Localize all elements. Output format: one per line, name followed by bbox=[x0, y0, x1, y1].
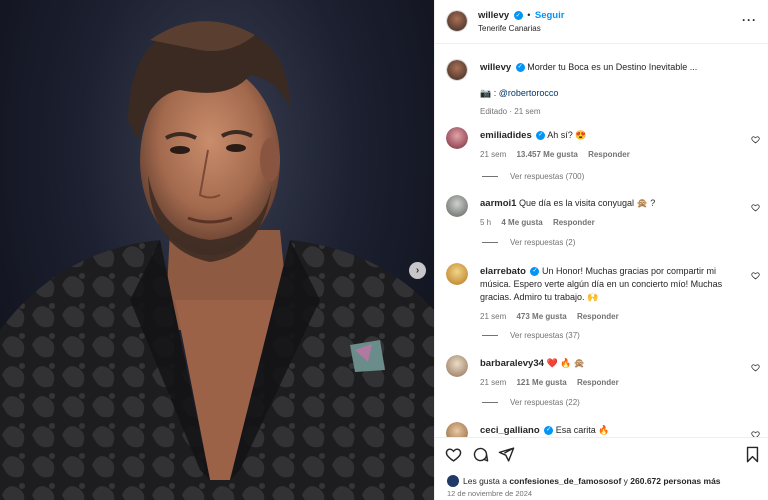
likes-and: y bbox=[623, 476, 628, 486]
commenter-avatar[interactable] bbox=[446, 422, 468, 437]
commenter-avatar[interactable] bbox=[446, 355, 468, 377]
portrait-image bbox=[0, 21, 434, 500]
commenter-avatar[interactable] bbox=[446, 195, 468, 217]
comment-likes[interactable]: 121 Me gusta bbox=[516, 378, 566, 387]
verified-icon: ✓ bbox=[515, 63, 525, 73]
liker-username[interactable]: confesiones_de_famososof bbox=[509, 476, 621, 486]
likes-summary: Les gusta a confesiones_de_famososof y 2… bbox=[447, 475, 721, 487]
comment-likes[interactable]: 4 Me gusta bbox=[501, 218, 542, 227]
replies-line bbox=[482, 335, 498, 336]
commenter-avatar[interactable] bbox=[446, 263, 468, 285]
comment-likes[interactable]: 13.457 Me gusta bbox=[516, 150, 577, 159]
post-location[interactable]: Tenerife Canarias bbox=[478, 24, 541, 33]
post-actions: Les gusta a confesiones_de_famososof y 2… bbox=[435, 437, 768, 500]
heart-icon[interactable] bbox=[751, 430, 760, 437]
author-avatar[interactable] bbox=[446, 10, 468, 32]
comment-icon[interactable] bbox=[472, 446, 489, 463]
view-replies-label: Ver respuestas (2) bbox=[510, 238, 576, 247]
reply-button[interactable]: Responder bbox=[577, 312, 619, 321]
heart-icon[interactable] bbox=[751, 135, 760, 144]
view-replies-label: Ver respuestas (700) bbox=[510, 172, 585, 181]
verified-icon: ✓ bbox=[536, 131, 546, 141]
caption-edited: Editado · 21 sem bbox=[480, 107, 541, 116]
replies-line bbox=[482, 176, 498, 177]
comment-text: ❤️ 🔥 🙊 bbox=[546, 358, 586, 368]
reply-button[interactable]: Responder bbox=[588, 150, 630, 159]
commenter-username[interactable]: barbaralevy34 bbox=[480, 358, 544, 369]
follow-button[interactable]: Seguir bbox=[535, 10, 565, 21]
separator-dot: • bbox=[527, 10, 531, 20]
comments-scroll-area[interactable]: willevy ✓ Morder tu Boca es un Destino I… bbox=[435, 45, 768, 437]
heart-icon[interactable] bbox=[751, 271, 760, 280]
view-replies-label: Ver respuestas (37) bbox=[510, 331, 580, 340]
heart-icon[interactable] bbox=[751, 363, 760, 372]
commenter-username[interactable]: elarrebato bbox=[480, 266, 526, 277]
verified-icon: ✓ bbox=[544, 426, 554, 436]
replies-line bbox=[482, 402, 498, 403]
view-replies-button[interactable]: Ver respuestas (22) bbox=[482, 398, 580, 407]
caption-text: Morder tu Boca es un Destino Inevitable … bbox=[527, 62, 698, 72]
post-side-panel: willevy ✓ • Seguir Tenerife Canarias ···… bbox=[434, 0, 768, 500]
caption-avatar[interactable] bbox=[446, 59, 468, 81]
view-replies-button[interactable]: Ver respuestas (37) bbox=[482, 331, 580, 340]
commenter-username[interactable]: emiliadides bbox=[480, 130, 532, 141]
credit-prefix: 📷 : bbox=[480, 88, 497, 98]
heart-icon[interactable] bbox=[751, 203, 760, 212]
comment-time[interactable]: 21 sem bbox=[480, 150, 506, 159]
share-icon[interactable] bbox=[498, 446, 515, 463]
next-arrow-icon[interactable]: › bbox=[409, 262, 426, 279]
post-photo[interactable]: › bbox=[0, 0, 434, 500]
caption-username[interactable]: willevy bbox=[480, 62, 511, 73]
comment-text: Esa carita 🔥 bbox=[555, 425, 610, 435]
verified-icon: ✓ bbox=[513, 11, 523, 21]
view-replies-button[interactable]: Ver respuestas (700) bbox=[482, 172, 584, 181]
replies-line bbox=[482, 242, 498, 243]
comment-time[interactable]: 5 h bbox=[480, 218, 491, 227]
more-icon[interactable]: ··· bbox=[742, 13, 757, 27]
commenter-username[interactable]: aarmoi1 bbox=[480, 198, 516, 209]
reply-button[interactable]: Responder bbox=[553, 218, 595, 227]
credit-handle-link[interactable]: @robertorocco bbox=[499, 88, 559, 98]
verified-icon: ✓ bbox=[530, 267, 540, 277]
commenter-username[interactable]: ceci_galliano bbox=[480, 425, 540, 436]
reply-button[interactable]: Responder bbox=[577, 378, 619, 387]
post-header: willevy ✓ • Seguir Tenerife Canarias ··· bbox=[435, 0, 768, 44]
heart-icon[interactable] bbox=[445, 446, 462, 463]
view-replies-button[interactable]: Ver respuestas (2) bbox=[482, 238, 575, 247]
post-viewer: › willevy ✓ • Seguir Tenerife Canarias ·… bbox=[0, 0, 768, 500]
comment-text: Que día es la visita conyugal 🙊 ? bbox=[518, 198, 656, 208]
comment-text: Ah sí? 😍 bbox=[547, 130, 587, 140]
bookmark-icon[interactable] bbox=[744, 446, 761, 463]
view-replies-label: Ver respuestas (22) bbox=[510, 398, 580, 407]
liker-avatar[interactable] bbox=[447, 475, 459, 487]
likes-prefix: Les gusta a bbox=[463, 476, 507, 486]
author-username[interactable]: willevy bbox=[478, 10, 509, 21]
comment-time[interactable]: 21 sem bbox=[480, 312, 506, 321]
post-date[interactable]: 12 de noviembre de 2024 bbox=[447, 489, 532, 498]
commenter-avatar[interactable] bbox=[446, 127, 468, 149]
comment-time[interactable]: 21 sem bbox=[480, 378, 506, 387]
comment-likes[interactable]: 473 Me gusta bbox=[516, 312, 566, 321]
likes-count[interactable]: 260.672 personas más bbox=[630, 476, 720, 486]
